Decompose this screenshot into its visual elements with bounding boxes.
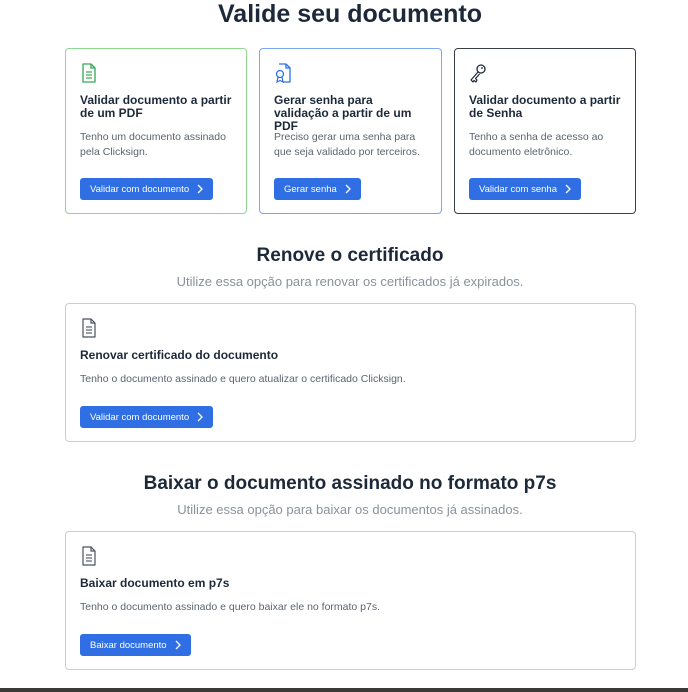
download-section-subtitle: Utilize essa opção para baixar os docume… [177, 502, 523, 517]
button-label: Gerar senha [284, 183, 337, 195]
card-description: Tenho um documento assinado pela Clicksi… [80, 131, 226, 158]
document-icon [82, 63, 96, 83]
card-title: Gerar senha para validação a partir de u… [274, 93, 412, 133]
card-title: Validar documento a partir de um PDF [80, 93, 232, 120]
card-title: Baixar documento em p7s [80, 576, 230, 590]
validate-with-password-button[interactable]: Validar com senha [469, 178, 581, 200]
button-label: Validar com senha [479, 183, 557, 195]
card-description: Tenho a senha de acesso ao documento ele… [469, 131, 604, 158]
chevron-right-icon [197, 184, 204, 194]
page-title: Valide seu documento [218, 0, 482, 28]
button-label: Validar com documento [90, 411, 190, 423]
card-description: Tenho o documento assinado e quero atual… [80, 373, 406, 385]
download-document-button[interactable]: Baixar documento [80, 634, 191, 656]
button-label: Baixar documento [90, 639, 167, 651]
card-description: Preciso gerar uma senha para que seja va… [274, 131, 420, 158]
chevron-right-icon [345, 184, 351, 194]
card-title: Renovar certificado do documento [80, 348, 279, 362]
card-validate-password: Validar documento a partir de Senha Tenh… [454, 48, 636, 214]
document-badge-icon [275, 63, 291, 83]
renew-section-title: Renove o certificado [256, 245, 444, 266]
card-download-p7s: Baixar documento em p7s Tenho o document… [65, 531, 636, 670]
card-description: Tenho o documento assinado e quero baixa… [80, 601, 381, 613]
card-title: Validar documento a partir de Senha [469, 93, 621, 120]
renew-section-subtitle: Utilize essa opção para renovar os certi… [176, 274, 524, 289]
bottom-edge [0, 688, 688, 692]
document-icon [82, 546, 96, 566]
download-section-title: Baixar o documento assinado no formato p… [143, 473, 557, 494]
validate-with-document-button[interactable]: Validar com documento [80, 178, 214, 200]
renew-validate-with-document-button[interactable]: Validar com documento [80, 406, 214, 428]
card-validate-pdf: Validar documento a partir de um PDF Ten… [65, 48, 247, 214]
chevron-right-icon [565, 184, 571, 194]
card-generate-password: Gerar senha para validação a partir de u… [259, 48, 442, 214]
generate-password-button[interactable]: Gerar senha [274, 178, 361, 200]
key-icon [470, 64, 486, 83]
button-label: Validar com documento [90, 183, 190, 195]
chevron-right-icon [197, 412, 204, 422]
document-icon [82, 318, 96, 338]
chevron-right-icon [175, 640, 181, 650]
card-renew-certificate: Renovar certificado do documento Tenho o… [65, 303, 636, 442]
